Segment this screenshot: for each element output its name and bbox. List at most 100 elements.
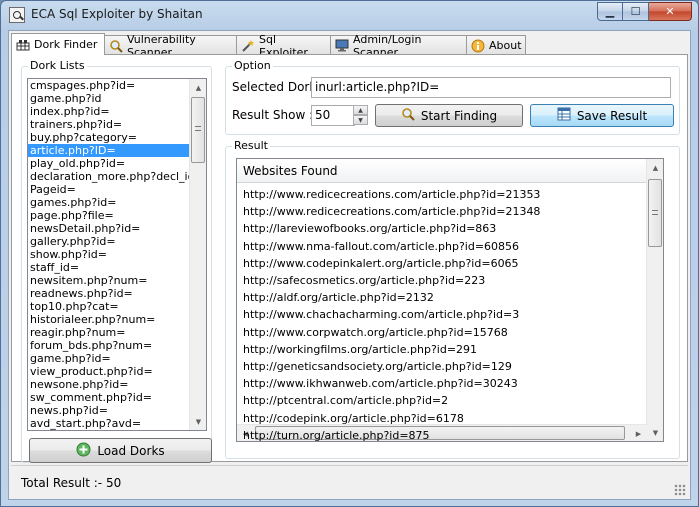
resize-grip-icon[interactable] bbox=[674, 484, 686, 496]
website-item[interactable]: http://codepink.org/article.php?id=6178 bbox=[243, 412, 464, 425]
dork-list-item[interactable]: newsitem.php?num= bbox=[28, 274, 206, 287]
website-item[interactable]: http://workingfilms.org/article.php?id=2… bbox=[243, 343, 477, 356]
tab-admin-login-scanner[interactable]: Admin/Login Scanner bbox=[330, 33, 467, 59]
scroll-thumb[interactable] bbox=[648, 179, 662, 247]
tab-label: About bbox=[489, 39, 522, 52]
website-item[interactable]: http://geneticsandsociety.org/article.ph… bbox=[243, 360, 512, 373]
tab-about[interactable]: About bbox=[466, 35, 526, 55]
dork-list-item[interactable]: avd_start.php?avd= bbox=[28, 417, 206, 430]
result-show-label: Result Show :- bbox=[232, 108, 318, 122]
website-item[interactable]: http://lareviewofbooks.org/article.php?i… bbox=[243, 222, 496, 235]
dork-list-item[interactable]: Pageid= bbox=[28, 183, 206, 196]
save-result-button[interactable]: Save Result bbox=[530, 104, 674, 127]
option-group: Option Selected Dork inurl:article.php?I… bbox=[225, 59, 680, 135]
grip-icon bbox=[652, 210, 658, 215]
dork-list-item[interactable]: declaration_more.php?decl_id= bbox=[28, 170, 206, 183]
website-item[interactable]: http://www.redicecreations.com/article.p… bbox=[243, 188, 540, 201]
scroll-up-icon[interactable]: ▲ bbox=[647, 159, 663, 176]
websites-list[interactable]: Websites Found ▲ ▼ ◀ ▶ http://www.redice… bbox=[236, 158, 664, 442]
total-result-label: Total Result :- bbox=[21, 476, 103, 490]
website-item[interactable]: http://turn.org/article.php?id=875 bbox=[243, 429, 430, 441]
maximize-icon: ☐ bbox=[630, 5, 641, 18]
maximize-button[interactable]: ☐ bbox=[623, 2, 649, 21]
dork-list-item[interactable]: game.php?id bbox=[28, 92, 206, 105]
grip-icon bbox=[195, 126, 201, 131]
dork-list-item[interactable]: index.php?id= bbox=[28, 105, 206, 118]
result-show-input[interactable]: 50 bbox=[311, 105, 355, 126]
dork-list-item[interactable]: view_product.php?id= bbox=[28, 365, 206, 378]
tab-vulnerability-scanner[interactable]: Vulnerability Scanner bbox=[104, 33, 237, 59]
minimize-icon: ▁ bbox=[605, 5, 615, 18]
dork-list-item[interactable]: staff_id= bbox=[28, 261, 206, 274]
title-bar[interactable]: ECA Sql Exploiter by Shaitan ▁ ☐ ✕ bbox=[1, 1, 698, 29]
scroll-down-icon[interactable]: ▼ bbox=[190, 413, 206, 430]
dork-list-item[interactable]: newsDetail.php?id= bbox=[28, 222, 206, 235]
dork-list-item[interactable]: trainers.php?id= bbox=[28, 118, 206, 131]
status-bar: Total Result :- 50 bbox=[11, 465, 688, 498]
scroll-down-icon[interactable]: ▼ bbox=[647, 424, 663, 441]
dork-list-item[interactable]: readnews.php?id= bbox=[28, 287, 206, 300]
dork-list-item[interactable]: page.php?file= bbox=[28, 209, 206, 222]
websites-found-header[interactable]: Websites Found bbox=[237, 159, 647, 183]
dork-listbox[interactable]: cmspages.php?id= game.php?id index.php?id=… bbox=[27, 78, 207, 431]
dork-list-item[interactable]: news.php?id= bbox=[28, 404, 206, 417]
website-item[interactable]: http://www.redicecreations.com/article.p… bbox=[243, 205, 540, 218]
dork-list-item[interactable]: game.php?id= bbox=[28, 352, 206, 365]
grid-icon bbox=[16, 38, 30, 52]
website-item[interactable]: http://www.ikhwanweb.com/article.php?id=… bbox=[243, 377, 518, 390]
result-group: Result Websites Found ▲ ▼ ◀ ▶ http://www… bbox=[225, 139, 680, 459]
start-finding-button[interactable]: Start Finding bbox=[375, 104, 523, 127]
dork-list-item[interactable]: play_old.php?id= bbox=[28, 157, 206, 170]
dork-list-item[interactable]: reagir.php?num= bbox=[28, 326, 206, 339]
dork-list-scrollbar[interactable]: ▲ ▼ bbox=[189, 79, 206, 430]
start-finding-label: Start Finding bbox=[420, 108, 498, 123]
app-icon bbox=[9, 7, 25, 23]
website-item[interactable]: http://safecosmetics.org/article.php?id=… bbox=[243, 274, 485, 287]
load-dorks-button[interactable]: Load Dorks bbox=[29, 438, 212, 463]
website-item[interactable]: http://www.chachacharming.com/article.ph… bbox=[243, 308, 519, 321]
tab-sql-exploiter[interactable]: Sql Exploiter bbox=[236, 33, 331, 59]
dork-list-item[interactable]: top10.php?cat= bbox=[28, 300, 206, 313]
selected-dork-label: Selected Dork bbox=[232, 80, 317, 94]
dork-finder-page: Dork Lists cmspages.php?id= game.php?id in… bbox=[11, 54, 688, 463]
save-result-label: Save Result bbox=[576, 108, 648, 123]
dork-list-item[interactable]: newsone.php?id= bbox=[28, 378, 206, 391]
dork-list-item[interactable]: historialeer.php?num= bbox=[28, 313, 206, 326]
tab-dork-finder[interactable]: Dork Finder bbox=[11, 33, 105, 55]
spin-up-icon[interactable]: ▲ bbox=[353, 105, 368, 115]
dork-list-item[interactable]: gallery.php?id= bbox=[28, 235, 206, 248]
selected-dork-field[interactable]: inurl:article.php?ID= bbox=[311, 77, 671, 98]
option-title: Option bbox=[232, 59, 273, 72]
close-icon: ✕ bbox=[665, 5, 675, 18]
dork-list-item[interactable]: show.php?id= bbox=[28, 248, 206, 261]
spin-down-icon[interactable]: ▼ bbox=[353, 115, 368, 125]
tab-label: Dork Finder bbox=[34, 38, 98, 51]
result-vertical-scrollbar[interactable]: ▲ ▼ bbox=[646, 159, 663, 441]
website-item[interactable]: http://aldf.org/article.php?id=2132 bbox=[243, 291, 434, 304]
magnifier-icon bbox=[401, 107, 415, 124]
wand-icon bbox=[241, 39, 255, 53]
monitor-icon bbox=[335, 39, 349, 53]
scroll-right-icon[interactable]: ▶ bbox=[630, 425, 647, 441]
window-title: ECA Sql Exploiter by Shaitan bbox=[31, 7, 203, 21]
app-window: ECA Sql Exploiter by Shaitan ▁ ☐ ✕ Dork … bbox=[0, 0, 699, 507]
dork-list-item[interactable]: article.php?ID= bbox=[28, 144, 206, 157]
dork-list-item[interactable]: games.php?id= bbox=[28, 196, 206, 209]
dork-list-item[interactable]: sw_comment.php?id= bbox=[28, 391, 206, 404]
client-area: Dork Finder Vulnerability Scanner Sql Ex… bbox=[8, 30, 691, 500]
website-item[interactable]: http://www.codepinkalert.org/article.php… bbox=[243, 257, 519, 270]
spreadsheet-icon bbox=[557, 107, 571, 124]
dork-lists-title: Dork Lists bbox=[28, 59, 87, 72]
website-item[interactable]: http://www.nma-fallout.com/article.php?i… bbox=[243, 240, 519, 253]
close-button[interactable]: ✕ bbox=[649, 2, 692, 21]
minimize-button[interactable]: ▁ bbox=[597, 2, 623, 21]
dork-list-item[interactable]: forum_bds.php?num= bbox=[28, 339, 206, 352]
magnifier-icon bbox=[109, 39, 123, 53]
scroll-up-icon[interactable]: ▲ bbox=[190, 79, 206, 96]
dork-list-item[interactable]: buy.php?category= bbox=[28, 131, 206, 144]
caption-buttons: ▁ ☐ ✕ bbox=[597, 2, 692, 21]
dork-list-item[interactable]: cmspages.php?id= bbox=[28, 79, 206, 92]
website-item[interactable]: http://www.corpwatch.org/article.php?id=… bbox=[243, 326, 508, 339]
website-item[interactable]: http://ptcentral.com/article.php?id=2 bbox=[243, 394, 448, 407]
scroll-thumb[interactable] bbox=[191, 97, 205, 163]
